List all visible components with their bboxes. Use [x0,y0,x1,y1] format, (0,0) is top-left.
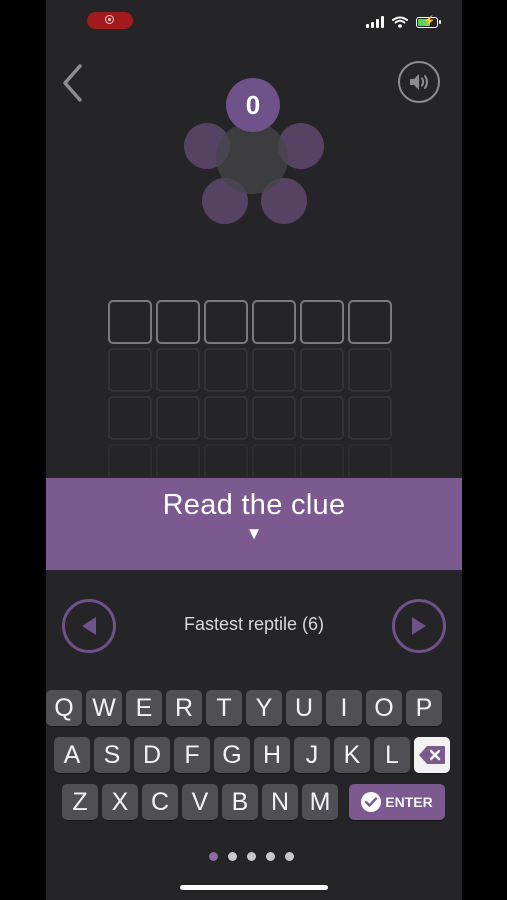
key-z[interactable]: Z [62,784,98,820]
letter-cell [108,396,152,440]
key-h[interactable]: H [254,737,290,773]
letter-cell [204,396,248,440]
keyboard-row-1: Q W E R T Y U I O P [46,690,442,726]
check-icon [361,792,382,812]
game-screen: ⚡ 0 Read the clue ▼ Fastest reptile (6) … [46,0,462,900]
page-dot-3[interactable] [247,852,256,861]
letter-cell[interactable] [204,300,248,344]
score-value: 0 [226,78,280,132]
wifi-icon [392,16,408,28]
battery-icon: ⚡ [416,15,441,28]
key-s[interactable]: S [94,737,130,773]
page-dot-2[interactable] [228,852,237,861]
backspace-icon [419,746,445,764]
letter-cell [156,396,200,440]
page-dot-4[interactable] [266,852,275,861]
key-q[interactable]: Q [46,690,82,726]
back-chevron-icon [63,64,82,102]
letter-cell [156,348,200,392]
letter-cell [252,396,296,440]
banner-title: Read the clue [162,489,346,521]
prev-arrow-icon [82,617,96,635]
key-w[interactable]: W [86,690,122,726]
page-dot-5[interactable] [285,852,294,861]
next-arrow-icon [412,617,426,635]
backspace-key[interactable] [414,737,450,773]
sound-toggle-button[interactable] [398,61,440,103]
record-icon [105,15,114,24]
letter-cell[interactable] [348,300,392,344]
key-r[interactable]: R [166,690,202,726]
status-icons: ⚡ [366,14,441,30]
cellular-signal-icon [366,16,384,28]
flower-center [216,122,288,194]
screen-recording-indicator [87,12,133,29]
key-m[interactable]: M [302,784,338,820]
keyboard-row-2: A S D F G H J K L [54,737,450,773]
key-d[interactable]: D [134,737,170,773]
enter-label: ENTER [385,794,433,810]
letter-cell[interactable] [300,300,344,344]
key-n[interactable]: N [262,784,298,820]
letter-cell[interactable] [252,300,296,344]
keyboard-row-3: Z X C V B N M ENTER [62,784,445,820]
key-k[interactable]: K [334,737,370,773]
key-i[interactable]: I [326,690,362,726]
answer-grid [108,300,400,492]
answer-row [108,396,400,440]
previous-clue-button[interactable] [62,599,116,653]
key-spacer [342,784,345,820]
page-dot-1[interactable] [209,852,218,861]
back-button[interactable] [58,62,88,104]
letter-cell [252,348,296,392]
next-clue-button[interactable] [392,599,446,653]
enter-button[interactable]: ENTER [349,784,445,820]
key-y[interactable]: Y [246,690,282,726]
answer-row [108,348,400,392]
key-v[interactable]: V [182,784,218,820]
letter-cell[interactable] [108,300,152,344]
key-x[interactable]: X [102,784,138,820]
key-f[interactable]: F [174,737,210,773]
score-flower: 0 [176,76,326,226]
letter-cell [204,348,248,392]
key-t[interactable]: T [206,690,242,726]
letter-cell [108,348,152,392]
speaker-icon [410,74,428,90]
key-p[interactable]: P [406,690,442,726]
key-u[interactable]: U [286,690,322,726]
key-j[interactable]: J [294,737,330,773]
charging-icon: ⚡ [423,15,436,27]
letter-cell [300,396,344,440]
clue-text: Fastest reptile (6) [183,614,325,634]
home-indicator[interactable] [180,885,328,890]
letter-cell [348,396,392,440]
letter-cell[interactable] [156,300,200,344]
key-e[interactable]: E [126,690,162,726]
key-a[interactable]: A [54,737,90,773]
letter-cell [300,348,344,392]
key-g[interactable]: G [214,737,250,773]
key-l[interactable]: L [374,737,410,773]
letter-cell [348,348,392,392]
key-b[interactable]: B [222,784,258,820]
read-clue-banner[interactable]: Read the clue ▼ [46,478,462,570]
key-o[interactable]: O [366,690,402,726]
banner-arrow-icon: ▼ [245,524,263,543]
key-c[interactable]: C [142,784,178,820]
page-indicator [209,852,294,861]
answer-row-active[interactable] [108,300,400,344]
